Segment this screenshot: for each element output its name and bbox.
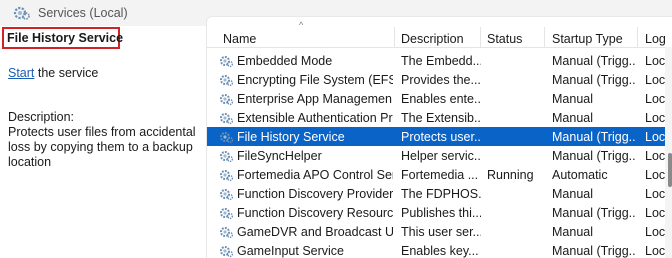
service-gear-icon <box>219 91 234 106</box>
gears-icon <box>13 6 30 20</box>
service-gear-icon <box>219 53 234 68</box>
service-row[interactable]: FileSyncHelper Helper servic... Manual (Tr… <box>207 146 665 165</box>
service-row[interactable]: Function Discovery Resourc... Publishes t… <box>207 203 665 222</box>
service-name-cell: Fortemedia APO Control Ser... <box>237 168 393 182</box>
service-name-cell: Function Discovery Provider ... <box>237 187 393 201</box>
service-gear-icon <box>219 110 234 125</box>
service-description-cell: Fortemedia ... <box>401 168 479 182</box>
service-startup-type-cell: Manual (Trigg... <box>552 130 636 144</box>
service-description-cell: This user ser... <box>401 225 481 239</box>
service-gear-icon <box>219 224 234 239</box>
service-log-on-cell: Loc <box>645 187 665 201</box>
column-divider[interactable] <box>480 27 481 47</box>
scrollbar-thumb[interactable] <box>668 153 672 187</box>
service-name-cell: Function Discovery Resourc... <box>237 206 393 220</box>
service-startup-type-cell: Manual <box>552 187 593 201</box>
service-log-on-cell: Loc <box>645 168 665 182</box>
details-pane: File History Service Start the service D… <box>0 26 206 257</box>
column-header-name[interactable]: Name <box>223 32 256 46</box>
service-gear-icon <box>219 129 234 144</box>
service-gear-icon <box>219 243 234 258</box>
service-startup-type-cell: Manual <box>552 111 593 125</box>
service-row[interactable]: Extensible Authentication Pr... The Exten… <box>207 108 665 127</box>
service-gear-icon <box>219 186 234 201</box>
service-startup-type-cell: Manual (Trigg... <box>552 73 636 87</box>
service-row[interactable]: File History Service Protects user... Manu… <box>207 127 665 146</box>
start-service-line: Start the service <box>8 66 98 80</box>
column-header-row: ^ Name Description Status Startup Type L… <box>207 17 672 48</box>
service-description-cell: Publishes thi... <box>401 206 481 220</box>
service-row[interactable]: Enterprise App Managemen... Enables ente.… <box>207 89 665 108</box>
service-log-on-cell: Loc <box>645 73 665 87</box>
service-gear-icon <box>219 205 234 220</box>
service-name-cell: File History Service <box>237 130 345 144</box>
column-divider[interactable] <box>394 27 395 47</box>
services-table-body: Embedded Mode The Embedd... Manual (Trigg.… <box>207 51 665 258</box>
services-list-pane: ^ Name Description Status Startup Type L… <box>206 16 672 258</box>
description-label: Description: <box>8 110 74 124</box>
service-description-cell: The Extensib... <box>401 111 481 125</box>
service-log-on-cell: Loc <box>645 54 665 68</box>
service-name-cell: GameDVR and Broadcast Us... <box>237 225 393 239</box>
service-name-cell: GameInput Service <box>237 244 344 258</box>
service-startup-type-cell: Manual (Trigg... <box>552 149 636 163</box>
service-log-on-cell: Loc <box>645 92 665 106</box>
service-startup-type-cell: Automatic <box>552 168 608 182</box>
service-log-on-cell: Loc <box>645 111 665 125</box>
service-name-cell: Extensible Authentication Pr... <box>237 111 393 125</box>
service-startup-type-cell: Manual (Trigg... <box>552 54 636 68</box>
service-log-on-cell: Loc <box>645 244 665 258</box>
service-description-cell: Enables key... <box>401 244 479 258</box>
service-description-cell: Provides the... <box>401 73 481 87</box>
service-log-on-cell: Loc <box>645 130 665 144</box>
column-header-log-on-as[interactable]: Log <box>645 32 666 46</box>
service-log-on-cell: Loc <box>645 225 665 239</box>
service-row[interactable]: Embedded Mode The Embedd... Manual (Trigg.… <box>207 51 665 70</box>
service-name-cell: Encrypting File System (EFS) <box>237 73 393 87</box>
service-log-on-cell: Loc <box>645 206 665 220</box>
service-row[interactable]: Encrypting File System (EFS) Provides the… <box>207 70 665 89</box>
service-status-cell: Running <box>487 168 534 182</box>
start-service-link[interactable]: Start <box>8 66 34 80</box>
service-row[interactable]: Function Discovery Provider ... The FDPHO… <box>207 184 665 203</box>
service-description-cell: The Embedd... <box>401 54 481 68</box>
sort-indicator-icon: ^ <box>299 20 304 30</box>
vertical-scrollbar[interactable] <box>665 47 672 258</box>
service-description-cell: Helper servic... <box>401 149 481 163</box>
start-service-suffix: the service <box>34 66 99 80</box>
service-startup-type-cell: Manual (Trigg... <box>552 244 636 258</box>
column-header-status[interactable]: Status <box>487 32 522 46</box>
service-description-cell: The FDPHOS... <box>401 187 481 201</box>
service-startup-type-cell: Manual <box>552 92 593 106</box>
description-text: Protects user files from accidental loss… <box>8 125 196 169</box>
service-name-cell: FileSyncHelper <box>237 149 322 163</box>
service-startup-type-cell: Manual <box>552 225 593 239</box>
column-divider[interactable] <box>544 27 545 47</box>
window-title: Services (Local) <box>38 6 128 20</box>
service-name-cell: Enterprise App Managemen... <box>237 92 393 106</box>
column-divider[interactable] <box>637 27 638 47</box>
service-log-on-cell: Loc <box>645 149 665 163</box>
service-gear-icon <box>219 72 234 87</box>
service-row[interactable]: Fortemedia APO Control Ser... Fortemedia … <box>207 165 665 184</box>
service-description-cell: Enables ente... <box>401 92 481 106</box>
service-row[interactable]: GameDVR and Broadcast Us... This user ser… <box>207 222 665 241</box>
service-startup-type-cell: Manual (Trigg... <box>552 206 636 220</box>
service-gear-icon <box>219 148 234 163</box>
service-row[interactable]: GameInput Service Enables key... Manual (T… <box>207 241 665 258</box>
service-description-cell: Protects user... <box>401 130 481 144</box>
service-name-cell: Embedded Mode <box>237 54 333 68</box>
column-header-description[interactable]: Description <box>401 32 464 46</box>
service-gear-icon <box>219 167 234 182</box>
service-name-heading: File History Service <box>7 31 124 45</box>
column-header-startup-type[interactable]: Startup Type <box>552 32 623 46</box>
